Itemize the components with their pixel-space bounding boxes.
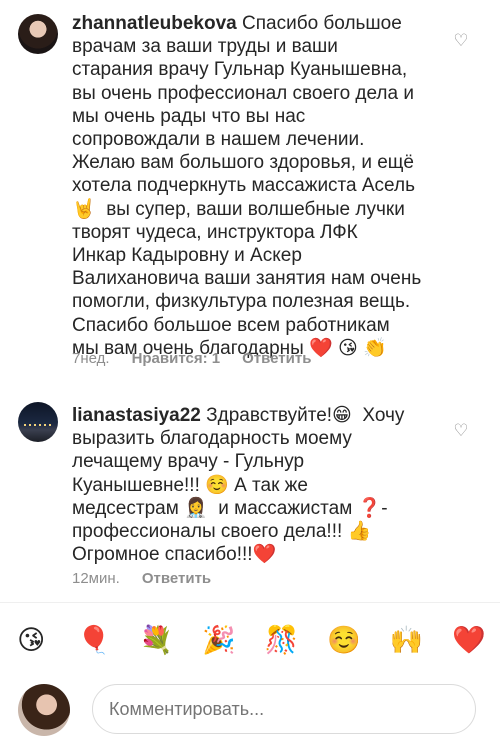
- comment-input[interactable]: [92, 684, 476, 734]
- emoji-heart[interactable]: ❤️: [449, 624, 489, 656]
- reply-button[interactable]: Ответить: [142, 570, 211, 587]
- my-avatar: [18, 684, 70, 736]
- divider: [0, 602, 500, 603]
- comment-time: 7нед.: [72, 350, 110, 367]
- emoji-confetti[interactable]: 🎊: [261, 624, 301, 656]
- comment-time: 12мин.: [72, 570, 120, 587]
- username[interactable]: zhannatleubekova: [72, 13, 237, 34]
- avatar[interactable]: [18, 14, 58, 54]
- comment-text: lianastasiya22 Здравствуйте!😁 Хочу выраз…: [72, 404, 430, 566]
- emoji-kiss[interactable]: 😘: [11, 625, 51, 656]
- emoji-raised-hands[interactable]: 🙌: [386, 624, 426, 656]
- comment-body: Здравствуйте!😁 Хочу выразить благодарнос…: [72, 405, 405, 566]
- likes-count[interactable]: Нравится: 1: [132, 350, 221, 367]
- emoji-smile[interactable]: ☺️: [324, 624, 364, 656]
- emoji-party-popper[interactable]: 🎉: [199, 624, 239, 656]
- comment-text: zhannatleubekova Спасибо большое врачам …: [72, 12, 430, 360]
- reply-button[interactable]: Ответить: [242, 350, 311, 367]
- heart-outline-icon[interactable]: ♡: [452, 32, 470, 50]
- emoji-bouquet[interactable]: 💐: [136, 624, 176, 656]
- username[interactable]: lianastasiya22: [72, 405, 201, 426]
- comment-body: Спасибо большое врачам за ваши труды и в…: [72, 13, 422, 359]
- emoji-balloon[interactable]: 🎈: [74, 624, 114, 656]
- comment-meta: 7нед. Нравится: 1 Ответить: [72, 350, 311, 367]
- heart-outline-icon[interactable]: ♡: [452, 422, 470, 440]
- comment-meta: 12мин. Ответить: [72, 570, 211, 587]
- avatar[interactable]: [18, 402, 58, 442]
- emoji-quick-bar: 😘 🎈 💐 🎉 🎊 ☺️ 🙌 ❤️: [0, 612, 500, 668]
- comment-input-row: [0, 676, 500, 746]
